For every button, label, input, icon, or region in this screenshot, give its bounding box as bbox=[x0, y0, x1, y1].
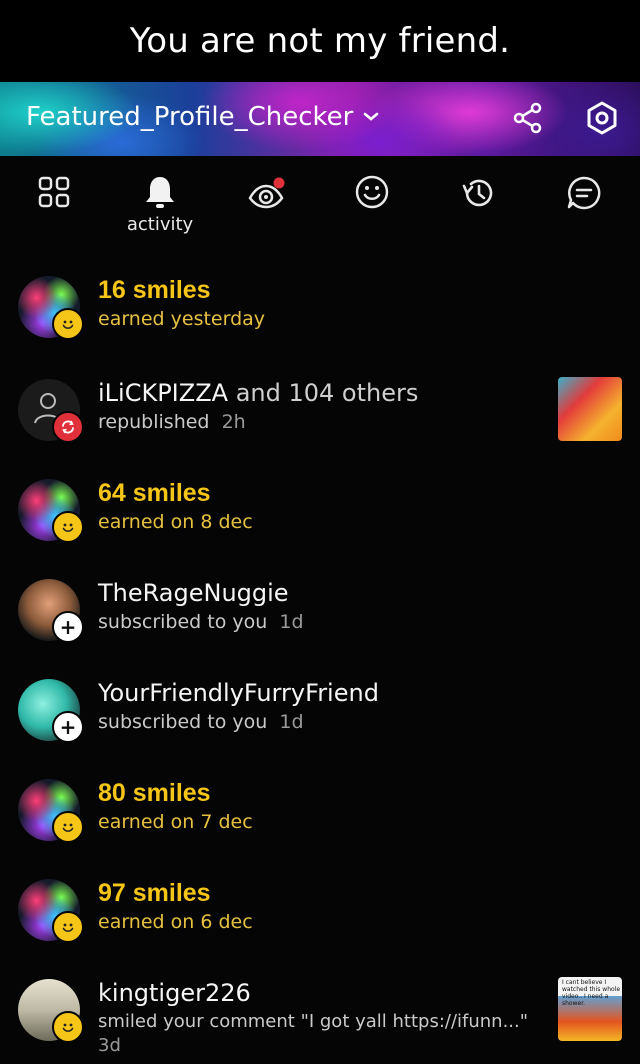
smile-badge-icon bbox=[52, 511, 84, 543]
username-link[interactable]: TheRageNuggie bbox=[98, 579, 289, 607]
tab-activity-label: activity bbox=[126, 214, 194, 235]
others-count: and 104 others bbox=[228, 379, 419, 407]
subscribe-plus-icon: + bbox=[52, 611, 84, 643]
item-subtitle: republished 2h bbox=[98, 411, 246, 433]
profile-switcher[interactable]: Featured_Profile_Checker bbox=[26, 102, 379, 132]
smile-badge-icon bbox=[52, 911, 84, 943]
item-subtitle: smiled your comment "I got yall https://… bbox=[98, 1011, 529, 1032]
list-item[interactable]: iLiCKPIZZA and 104 others republished 2h bbox=[0, 371, 640, 443]
username-link[interactable]: YourFriendlyFurryFriend bbox=[98, 679, 379, 707]
history-icon bbox=[462, 179, 493, 207]
eye-icon bbox=[248, 177, 285, 209]
profile-header: Featured_Profile_Checker bbox=[0, 82, 640, 156]
tab-bar: activity bbox=[0, 160, 640, 240]
item-title: 80 smiles bbox=[98, 779, 211, 807]
item-action: subscribed to you bbox=[98, 711, 268, 733]
item-subtitle: subscribed to you 1d bbox=[98, 611, 304, 633]
settings-button[interactable] bbox=[582, 98, 622, 138]
republish-badge-icon bbox=[52, 411, 84, 443]
item-subtitle: earned yesterday bbox=[98, 308, 266, 330]
list-item[interactable]: 16 smiles earned yesterday bbox=[0, 268, 640, 340]
profile-name: Featured_Profile_Checker bbox=[26, 102, 354, 132]
item-subtitle: earned on 7 dec bbox=[98, 811, 253, 833]
item-title: iLiCKPIZZA and 104 others bbox=[98, 379, 418, 407]
tab-chat[interactable] bbox=[554, 174, 614, 238]
notification-dot bbox=[273, 177, 285, 189]
smile-badge-icon bbox=[52, 1011, 84, 1043]
item-subtitle: earned on 6 dec bbox=[98, 911, 253, 933]
settings-hex-icon bbox=[587, 101, 617, 135]
item-title: 16 smiles bbox=[98, 276, 211, 304]
username-link[interactable]: iLiCKPIZZA bbox=[98, 379, 228, 407]
list-item[interactable]: 64 smiles earned on 8 dec bbox=[0, 471, 640, 543]
item-time: 1d bbox=[279, 711, 304, 733]
list-item[interactable]: 97 smiles earned on 6 dec bbox=[0, 871, 640, 943]
item-title: 97 smiles bbox=[98, 879, 211, 907]
item-action: republished bbox=[98, 411, 210, 433]
bell-icon bbox=[146, 177, 174, 208]
item-time: 2h bbox=[221, 411, 246, 433]
grid-icon bbox=[38, 176, 70, 208]
smile-badge-icon bbox=[52, 308, 84, 340]
item-subtitle: subscribed to you 1d bbox=[98, 711, 304, 733]
list-item[interactable]: 80 smiles earned on 7 dec bbox=[0, 771, 640, 843]
list-item[interactable]: + TheRageNuggie subscribed to you 1d bbox=[0, 571, 640, 643]
post-thumbnail[interactable]: I cant believe I watched this whole vide… bbox=[558, 977, 622, 1041]
post-thumbnail[interactable] bbox=[558, 377, 622, 441]
tab-history[interactable] bbox=[448, 174, 508, 238]
item-time: 1d bbox=[279, 611, 304, 633]
chat-icon bbox=[567, 176, 601, 210]
item-title: 64 smiles bbox=[98, 479, 211, 507]
chevron-down-icon bbox=[364, 112, 379, 121]
list-item[interactable]: + YourFriendlyFurryFriend subscribed to … bbox=[0, 671, 640, 743]
smiley-icon bbox=[355, 175, 389, 209]
smile-badge-icon bbox=[52, 811, 84, 843]
image-caption: You are not my friend. bbox=[0, 0, 640, 82]
subscribe-plus-icon: + bbox=[52, 711, 84, 743]
item-subtitle: earned on 8 dec bbox=[98, 511, 253, 533]
item-action: subscribed to you bbox=[98, 611, 268, 633]
username-link[interactable]: kingtiger226 bbox=[98, 979, 251, 1007]
thumbnail-caption: I cant believe I watched this whole vide… bbox=[562, 979, 621, 1007]
tab-grid[interactable] bbox=[24, 174, 84, 238]
tab-activity[interactable]: activity bbox=[126, 174, 194, 238]
tab-views[interactable] bbox=[236, 174, 296, 238]
tab-smiles[interactable] bbox=[342, 174, 402, 238]
share-button[interactable] bbox=[508, 98, 548, 138]
list-item[interactable]: kingtiger226 smiled your comment "I got … bbox=[0, 971, 640, 1061]
item-time: 3d bbox=[98, 1035, 121, 1056]
share-icon bbox=[513, 102, 542, 134]
